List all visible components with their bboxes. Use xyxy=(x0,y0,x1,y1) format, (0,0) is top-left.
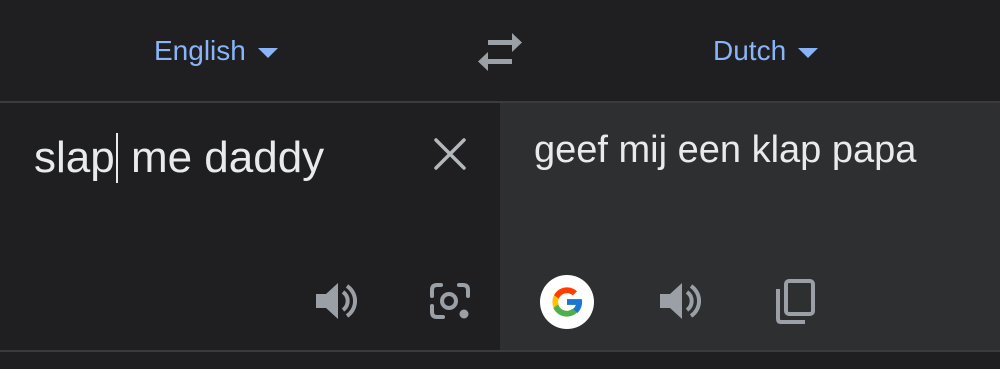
google-logo-icon[interactable] xyxy=(540,275,594,329)
text-cursor xyxy=(115,133,118,183)
translation-panel: geef mij een klap papa xyxy=(500,103,1000,350)
source-text-panel[interactable]: slap me daddy xyxy=(0,103,500,350)
source-text-after-cursor: me daddy xyxy=(118,133,325,182)
volume-icon[interactable] xyxy=(312,278,358,324)
translation-text: geef mij een klap papa xyxy=(534,129,917,171)
language-bar: English Dutch xyxy=(0,0,1000,101)
source-language-label: English xyxy=(154,35,246,66)
swap-arrows-icon[interactable] xyxy=(474,30,526,74)
camera-lens-icon[interactable] xyxy=(427,278,473,324)
source-language-selector[interactable]: English xyxy=(154,32,278,70)
bottom-toolbar-edge xyxy=(0,350,1000,369)
target-language-label: Dutch xyxy=(713,35,787,66)
source-text-before-cursor: slap xyxy=(34,133,115,182)
source-text-input[interactable]: slap me daddy xyxy=(34,133,324,183)
volume-icon[interactable] xyxy=(656,278,702,324)
copy-icon[interactable] xyxy=(771,277,819,325)
close-icon[interactable] xyxy=(432,136,468,172)
chevron-down-icon xyxy=(257,48,278,58)
chevron-down-icon xyxy=(798,48,819,58)
target-language-selector[interactable]: Dutch xyxy=(713,32,819,70)
